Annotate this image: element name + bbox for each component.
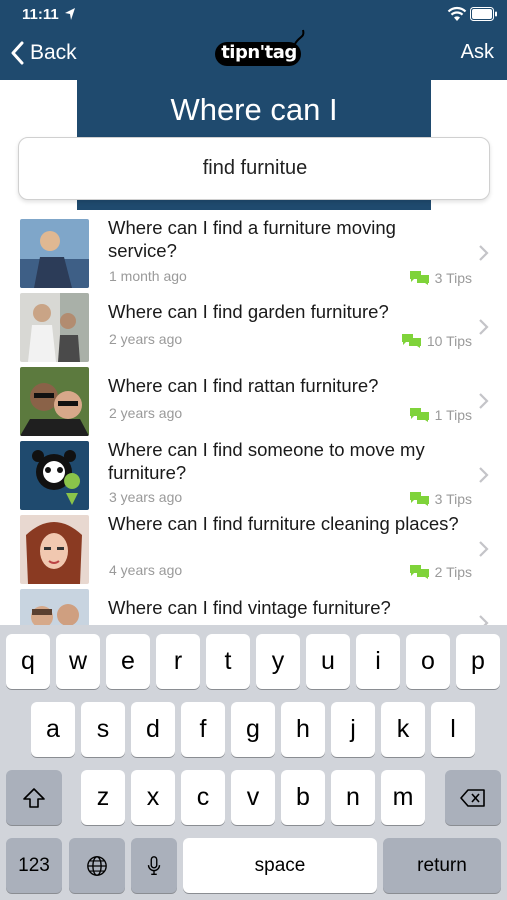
key-u[interactable]: u: [306, 634, 350, 689]
key-s[interactable]: s: [81, 702, 125, 757]
tip-count: 3 Tips: [409, 491, 472, 507]
question-age: 1 month ago: [109, 268, 187, 284]
chevron-right-icon: [479, 615, 489, 625]
avatar: [20, 589, 89, 625]
key-v[interactable]: v: [231, 770, 275, 825]
chevron-right-icon: [479, 319, 489, 335]
speech-bubbles-icon: [401, 334, 421, 348]
avatar: [20, 293, 89, 362]
speech-bubbles-icon: [409, 408, 429, 422]
wifi-icon: [447, 6, 467, 21]
key-t[interactable]: t: [206, 634, 250, 689]
question-title: Where can I find someone to move my furn…: [108, 439, 425, 483]
key-w[interactable]: w: [56, 634, 100, 689]
tip-count: 1 Tips: [409, 407, 472, 423]
key-e[interactable]: e: [106, 634, 150, 689]
list-item[interactable]: Where can I find garden furniture? 2 yea…: [0, 286, 507, 362]
avatar: [20, 219, 89, 288]
key-l[interactable]: l: [431, 702, 475, 757]
question-title: Where can I find garden furniture?: [108, 301, 389, 322]
question-title: Where can I find vintage furniture?: [108, 597, 391, 618]
key-p[interactable]: p: [456, 634, 500, 689]
chevron-right-icon: [479, 541, 489, 557]
tip-count-label: 10 Tips: [426, 333, 472, 349]
question-age: 2 years ago: [109, 331, 183, 347]
key-q[interactable]: q: [6, 634, 50, 689]
chevron-right-icon: [479, 245, 489, 261]
question-title: Where can I find rattan furniture?: [108, 375, 379, 396]
avatar: [20, 441, 89, 510]
status-time: 11:11: [22, 6, 59, 23]
tip-count: 2 Tips: [409, 564, 472, 580]
key-y[interactable]: y: [256, 634, 300, 689]
question-title: Where can I find furniture cleaning plac…: [108, 513, 459, 534]
delete-key[interactable]: [445, 770, 501, 825]
ask-button[interactable]: Ask: [461, 41, 494, 64]
question-title: Where can I find a furniture moving serv…: [108, 217, 396, 261]
status-bar: 11:11: [0, 0, 507, 30]
navigation-bar: 11:11 Back tipn'tag Ask: [0, 0, 507, 80]
chevron-right-icon: [479, 467, 489, 483]
space-key[interactable]: space: [183, 838, 377, 893]
key-d[interactable]: d: [131, 702, 175, 757]
avatar: [20, 367, 89, 436]
key-k[interactable]: k: [381, 702, 425, 757]
key-n[interactable]: n: [331, 770, 375, 825]
list-item[interactable]: Where can I find a furniture moving serv…: [0, 212, 507, 288]
key-z[interactable]: z: [81, 770, 125, 825]
key-x[interactable]: x: [131, 770, 175, 825]
speech-bubbles-icon: [409, 492, 429, 506]
question-age: 2 years ago: [109, 405, 183, 421]
key-i[interactable]: i: [356, 634, 400, 689]
microphone-icon: [147, 855, 161, 875]
location-arrow-icon: [65, 8, 75, 20]
key-c[interactable]: c: [181, 770, 225, 825]
page-title: Where can I: [170, 92, 338, 127]
tip-count-label: 1 Tips: [434, 407, 472, 423]
list-item[interactable]: Where can I find someone to move my furn…: [0, 434, 507, 510]
return-key[interactable]: return: [383, 838, 501, 893]
microphone-key[interactable]: [131, 838, 177, 893]
logo-text: tipn'tag: [221, 42, 297, 63]
speech-bubbles-icon: [409, 565, 429, 579]
tip-count-label: 2 Tips: [434, 564, 472, 580]
search-box: [18, 137, 490, 200]
shift-key[interactable]: [6, 770, 62, 825]
tip-count-label: 3 Tips: [434, 491, 472, 507]
key-g[interactable]: g: [231, 702, 275, 757]
chevron-right-icon: [479, 393, 489, 409]
question-list: Where can I find a furniture moving serv…: [0, 212, 507, 625]
key-h[interactable]: h: [281, 702, 325, 757]
key-o[interactable]: o: [406, 634, 450, 689]
tip-count: 10 Tips: [401, 333, 472, 349]
search-input[interactable]: [29, 138, 481, 199]
backspace-icon: [460, 788, 485, 807]
key-r[interactable]: r: [156, 634, 200, 689]
battery-icon: [470, 7, 497, 21]
tip-count: 3 Tips: [409, 270, 472, 286]
key-f[interactable]: f: [181, 702, 225, 757]
back-button[interactable]: Back: [10, 36, 77, 70]
list-item[interactable]: Where can I find furniture cleaning plac…: [0, 508, 507, 584]
keyboard: q w e r t y u i o p a s d f g h j k l z …: [0, 625, 507, 900]
tip-count-label: 3 Tips: [434, 270, 472, 286]
avatar: [20, 515, 89, 584]
back-label: Back: [30, 41, 77, 64]
key-b[interactable]: b: [281, 770, 325, 825]
speech-bubbles-icon: [409, 271, 429, 285]
key-m[interactable]: m: [381, 770, 425, 825]
numbers-key[interactable]: 123: [6, 838, 62, 893]
tipntag-logo: tipn'tag: [209, 28, 309, 74]
list-item[interactable]: Where can I find rattan furniture? 2 yea…: [0, 360, 507, 436]
globe-key[interactable]: [69, 838, 125, 893]
shift-icon: [23, 787, 45, 808]
key-j[interactable]: j: [331, 702, 375, 757]
chevron-left-icon: [11, 41, 24, 65]
question-age: 3 years ago: [109, 489, 183, 505]
key-a[interactable]: a: [31, 702, 75, 757]
list-item[interactable]: Where can I find vintage furniture?: [0, 582, 507, 625]
globe-icon: [87, 855, 107, 876]
question-age: 4 years ago: [109, 562, 183, 578]
